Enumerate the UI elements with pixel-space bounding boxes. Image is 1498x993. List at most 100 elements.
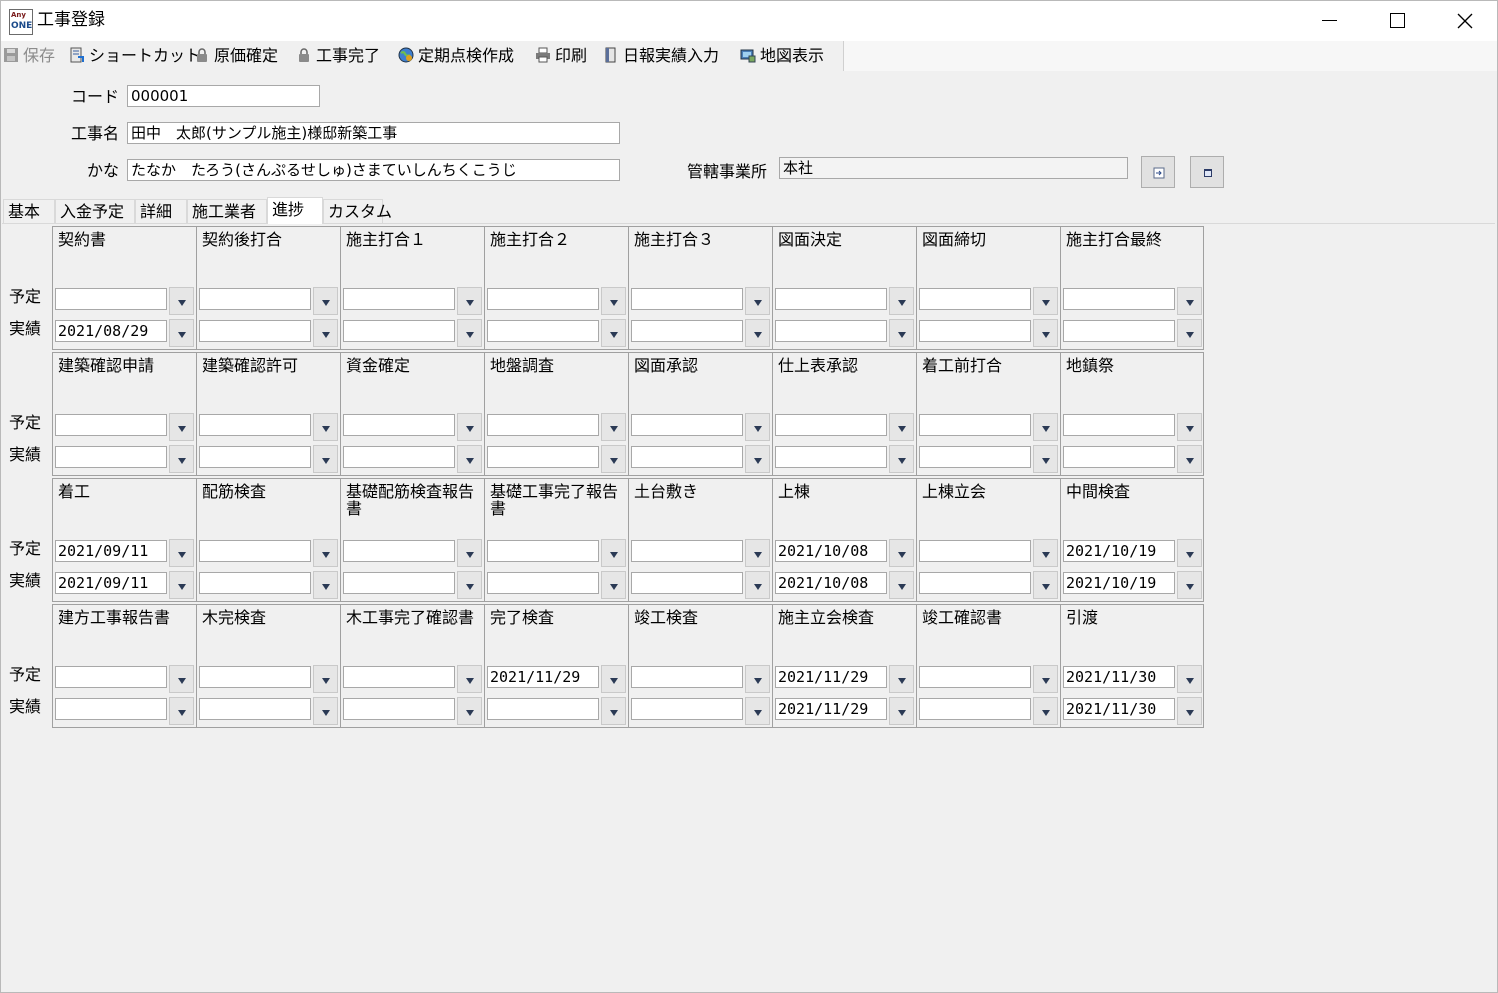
office-select-button[interactable] [1141, 156, 1175, 188]
plan-date-dropdown-button[interactable] [457, 413, 482, 441]
office-detail-button[interactable] [1190, 156, 1224, 188]
actual-date-input[interactable] [919, 320, 1031, 342]
plan-date-dropdown-button[interactable] [601, 665, 626, 693]
actual-date-dropdown-button[interactable] [745, 319, 770, 347]
plan-date-dropdown-button[interactable] [1033, 539, 1058, 567]
toolbar-shortcut-button[interactable]: ショートカット [69, 45, 201, 67]
plan-date-dropdown-button[interactable] [601, 287, 626, 315]
actual-date-input[interactable]: 2021/08/29 [55, 320, 167, 342]
plan-date-dropdown-button[interactable] [169, 539, 194, 567]
plan-date-dropdown-button[interactable] [601, 539, 626, 567]
plan-date-input[interactable] [775, 414, 887, 436]
actual-date-dropdown-button[interactable] [889, 697, 914, 725]
actual-date-dropdown-button[interactable] [1177, 445, 1202, 473]
actual-date-input[interactable] [631, 698, 743, 720]
actual-date-input[interactable] [919, 446, 1031, 468]
toolbar-print-button[interactable]: 印刷 [535, 45, 587, 67]
actual-date-input[interactable] [487, 572, 599, 594]
plan-date-input[interactable]: 2021/10/08 [775, 540, 887, 562]
plan-date-input[interactable] [919, 666, 1031, 688]
plan-date-dropdown-button[interactable] [1177, 665, 1202, 693]
actual-date-input[interactable] [343, 572, 455, 594]
actual-date-input[interactable] [631, 572, 743, 594]
plan-date-dropdown-button[interactable] [169, 665, 194, 693]
actual-date-dropdown-button[interactable] [169, 697, 194, 725]
tab-basic[interactable]: 基本 [3, 199, 55, 223]
plan-date-dropdown-button[interactable] [745, 539, 770, 567]
actual-date-dropdown-button[interactable] [1033, 445, 1058, 473]
actual-date-dropdown-button[interactable] [457, 445, 482, 473]
actual-date-dropdown-button[interactable] [457, 571, 482, 599]
actual-date-input[interactable] [199, 572, 311, 594]
plan-date-input[interactable] [343, 666, 455, 688]
toolbar-cost-confirm-button[interactable]: 原価確定 [194, 45, 278, 67]
actual-date-dropdown-button[interactable] [601, 319, 626, 347]
plan-date-dropdown-button[interactable] [313, 413, 338, 441]
plan-date-dropdown-button[interactable] [889, 413, 914, 441]
actual-date-dropdown-button[interactable] [169, 571, 194, 599]
plan-date-dropdown-button[interactable] [889, 287, 914, 315]
actual-date-dropdown-button[interactable] [457, 697, 482, 725]
plan-date-input[interactable] [631, 414, 743, 436]
actual-date-input[interactable] [343, 698, 455, 720]
plan-date-input[interactable] [631, 540, 743, 562]
plan-date-input[interactable]: 2021/11/30 [1063, 666, 1175, 688]
actual-date-dropdown-button[interactable] [1177, 319, 1202, 347]
plan-date-input[interactable] [487, 414, 599, 436]
actual-date-dropdown-button[interactable] [169, 445, 194, 473]
plan-date-input[interactable] [343, 414, 455, 436]
actual-date-input[interactable] [1063, 320, 1175, 342]
actual-date-dropdown-button[interactable] [745, 571, 770, 599]
office-field[interactable]: 本社 [779, 157, 1128, 179]
actual-date-input[interactable]: 2021/10/08 [775, 572, 887, 594]
plan-date-input[interactable] [199, 666, 311, 688]
plan-date-dropdown-button[interactable] [169, 287, 194, 315]
actual-date-dropdown-button[interactable] [745, 697, 770, 725]
plan-date-input[interactable] [919, 414, 1031, 436]
actual-date-dropdown-button[interactable] [313, 697, 338, 725]
plan-date-dropdown-button[interactable] [889, 665, 914, 693]
code-field[interactable]: 000001 [127, 85, 320, 107]
plan-date-input[interactable] [55, 288, 167, 310]
plan-date-input[interactable] [775, 288, 887, 310]
plan-date-input[interactable] [919, 288, 1031, 310]
actual-date-input[interactable] [55, 698, 167, 720]
actual-date-input[interactable] [487, 698, 599, 720]
toolbar-periodic-inspection-button[interactable]: 定期点検作成 [398, 45, 514, 67]
actual-date-input[interactable] [631, 320, 743, 342]
actual-date-input[interactable]: 2021/11/30 [1063, 698, 1175, 720]
actual-date-dropdown-button[interactable] [313, 571, 338, 599]
actual-date-input[interactable] [343, 446, 455, 468]
plan-date-input[interactable] [919, 540, 1031, 562]
plan-date-input[interactable] [199, 540, 311, 562]
tab-details[interactable]: 詳細 [135, 199, 187, 223]
actual-date-dropdown-button[interactable] [313, 319, 338, 347]
plan-date-dropdown-button[interactable] [1177, 287, 1202, 315]
toolbar-map-button[interactable]: 地図表示 [740, 45, 824, 67]
actual-date-dropdown-button[interactable] [889, 571, 914, 599]
toolbar-daily-report-button[interactable]: 日報実績入力 [603, 45, 719, 67]
actual-date-input[interactable] [775, 446, 887, 468]
actual-date-dropdown-button[interactable] [457, 319, 482, 347]
plan-date-dropdown-button[interactable] [457, 539, 482, 567]
plan-date-dropdown-button[interactable] [313, 539, 338, 567]
actual-date-input[interactable] [775, 320, 887, 342]
actual-date-input[interactable]: 2021/09/11 [55, 572, 167, 594]
plan-date-dropdown-button[interactable] [313, 287, 338, 315]
plan-date-input[interactable] [55, 666, 167, 688]
plan-date-input[interactable] [55, 414, 167, 436]
tab-custom[interactable]: カスタム [323, 199, 392, 223]
kana-field[interactable]: たなか たろう(さんぷるせしゅ)さまていしんちくこうじ [127, 159, 620, 181]
actual-date-input[interactable] [631, 446, 743, 468]
actual-date-dropdown-button[interactable] [745, 445, 770, 473]
actual-date-input[interactable] [343, 320, 455, 342]
plan-date-input[interactable] [631, 666, 743, 688]
plan-date-dropdown-button[interactable] [601, 413, 626, 441]
actual-date-dropdown-button[interactable] [169, 319, 194, 347]
actual-date-dropdown-button[interactable] [313, 445, 338, 473]
actual-date-input[interactable]: 2021/11/29 [775, 698, 887, 720]
tab-contractors[interactable]: 施工業者 [187, 199, 267, 223]
plan-date-dropdown-button[interactable] [169, 413, 194, 441]
tab-payment-schedule[interactable]: 入金予定 [55, 199, 135, 223]
actual-date-input[interactable] [919, 572, 1031, 594]
